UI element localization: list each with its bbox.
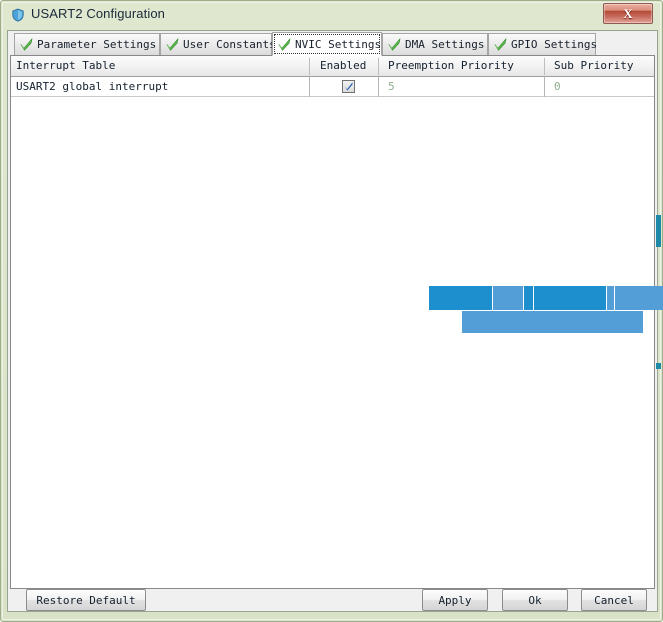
column-divider[interactable] [309,58,310,75]
tab-parameter-settings[interactable]: Parameter Settings [14,33,160,55]
tab-label: User Constants [183,38,276,51]
tab-strip: Parameter Settings User Constants NVIC S… [8,32,657,56]
column-header-enabled[interactable]: Enabled [315,56,379,76]
tab-user-constants[interactable]: User Constants [160,33,276,55]
enabled-checkbox[interactable] [342,80,355,93]
tab-dma-settings[interactable]: DMA Settings [382,33,488,55]
restore-default-button[interactable]: Restore Default [26,589,146,611]
column-header-sub-priority[interactable]: Sub Priority [549,56,653,76]
render-artifact-block [615,286,663,310]
tab-label: Parameter Settings [37,38,157,51]
tab-label: GPIO Settings [511,38,598,51]
cell-divider [378,77,379,97]
cell-interrupt-name: USART2 global interrupt [16,80,169,93]
cancel-button[interactable]: Cancel [581,589,647,611]
close-icon: X [623,5,633,21]
close-button[interactable]: X [603,3,653,24]
render-artifact-block [607,286,614,310]
scrollbar-artifact-strip [656,215,661,247]
dialog-button-bar: Restore Default Apply Ok Cancel [8,589,657,611]
cell-sub-priority[interactable]: 0 [549,77,653,96]
green-check-icon [19,37,34,52]
tab-nvic-settings[interactable]: NVIC Settings [272,32,382,56]
tab-gpio-settings[interactable]: GPIO Settings [488,33,598,55]
scrollbar-artifact-strip [656,363,661,369]
table-row[interactable]: USART2 global interrupt 5 0 [11,77,654,97]
title-bar: USART2 Configuration X [1,1,663,30]
column-divider[interactable] [544,58,545,75]
render-artifact-block [524,286,533,310]
dialog-window: USART2 Configuration X Parameter Setting… [0,0,663,622]
green-check-icon [277,37,292,52]
green-check-icon [165,37,180,52]
tab-label: DMA Settings [405,38,485,51]
window-title: USART2 Configuration [31,6,165,21]
tab-label: NVIC Settings [295,37,382,51]
cell-divider [544,77,545,97]
green-check-icon [493,37,508,52]
render-artifact-block [429,286,492,310]
cell-divider [309,77,310,97]
table-header-row: Interrupt Table Enabled Preemption Prior… [11,56,654,77]
column-header-preemption-priority[interactable]: Preemption Priority [383,56,543,76]
column-divider[interactable] [378,58,379,75]
render-artifact-block [534,286,606,310]
green-check-icon [387,37,402,52]
cell-preemption-priority[interactable]: 5 [383,77,543,96]
ok-button[interactable]: Ok [502,589,568,611]
column-header-interrupt-table[interactable]: Interrupt Table [11,56,309,76]
shield-icon [11,8,25,22]
render-artifact-block [493,286,523,310]
render-artifact-block [462,311,643,333]
apply-button[interactable]: Apply [422,589,488,611]
